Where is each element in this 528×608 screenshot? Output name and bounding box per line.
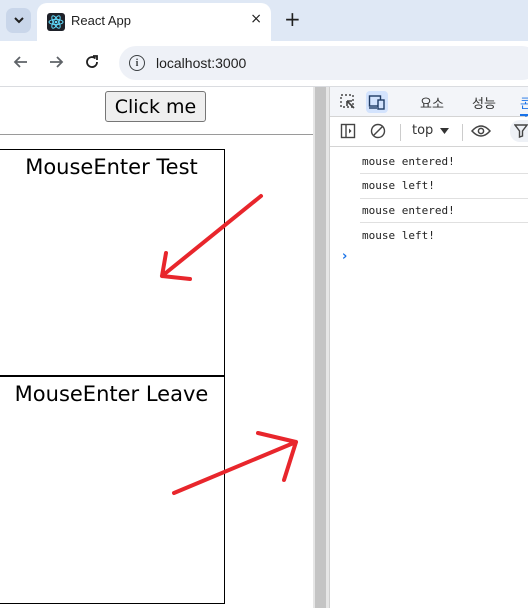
page-viewport: Click me MouseEnter Test MouseEnter Leav… — [0, 87, 313, 608]
horizontal-rule — [0, 134, 313, 135]
mouseenter-leave-box[interactable]: MouseEnter Leave — [0, 376, 225, 604]
mouseenter-test-box[interactable]: MouseEnter Test — [0, 149, 225, 376]
new-tab-button[interactable]: + — [284, 9, 301, 29]
sidebar-toggle-icon[interactable] — [337, 120, 359, 142]
devtools-tabbar: 요소 성능 콘솔 — [330, 87, 528, 131]
eye-icon[interactable] — [470, 120, 492, 142]
log-separator — [360, 173, 528, 174]
browser-tab[interactable]: React App × — [37, 3, 271, 41]
console-log-line: mouse left! — [362, 229, 435, 242]
device-toolbar-icon[interactable] — [366, 91, 388, 113]
console-log-line: mouse left! — [362, 179, 435, 192]
tab-elements[interactable]: 요소 — [420, 93, 444, 112]
react-icon — [47, 13, 65, 31]
box2-title: MouseEnter Leave — [14, 382, 209, 406]
toolbar-separator — [400, 124, 401, 141]
console-log-line: mouse entered! — [362, 155, 455, 168]
devtools-panel: 요소 성능 콘솔 top mouse entered! mouse left! … — [329, 87, 528, 608]
forward-icon[interactable] — [47, 53, 65, 75]
filter-icon[interactable] — [510, 120, 528, 142]
context-selector[interactable]: top — [412, 123, 450, 138]
splitter-handle[interactable] — [315, 87, 326, 608]
site-info-icon[interactable]: i — [129, 55, 145, 71]
click-me-button[interactable]: Click me — [105, 91, 206, 122]
clear-console-icon[interactable] — [367, 120, 389, 142]
address-bar[interactable]: i localhost:3000 — [119, 46, 528, 80]
url-text: localhost:3000 — [156, 55, 247, 71]
inspect-element-icon[interactable] — [337, 91, 359, 113]
tab-strip: React App × + — [0, 0, 528, 41]
log-separator — [360, 222, 528, 223]
close-tab-icon[interactable]: × — [250, 11, 262, 27]
box1-title: MouseEnter Test — [25, 155, 198, 179]
chevron-down-icon — [13, 17, 24, 24]
console-prompt-icon[interactable]: › — [342, 249, 347, 264]
browser-toolbar: i localhost:3000 — [0, 41, 528, 87]
reload-icon[interactable] — [83, 53, 101, 75]
toolbar-separator — [462, 124, 463, 141]
active-tab-indicator — [520, 114, 528, 116]
devtools-splitter[interactable] — [313, 87, 329, 608]
log-separator — [360, 198, 528, 199]
tab-title: React App — [71, 13, 131, 28]
caret-down-icon — [440, 128, 450, 134]
tab-search-button[interactable] — [6, 8, 31, 33]
context-value: top — [412, 123, 434, 138]
tab-performance[interactable]: 성능 — [472, 93, 496, 112]
console-toolbar: top — [330, 117, 528, 147]
back-icon[interactable] — [12, 53, 30, 75]
console-log-line: mouse entered! — [362, 204, 455, 217]
